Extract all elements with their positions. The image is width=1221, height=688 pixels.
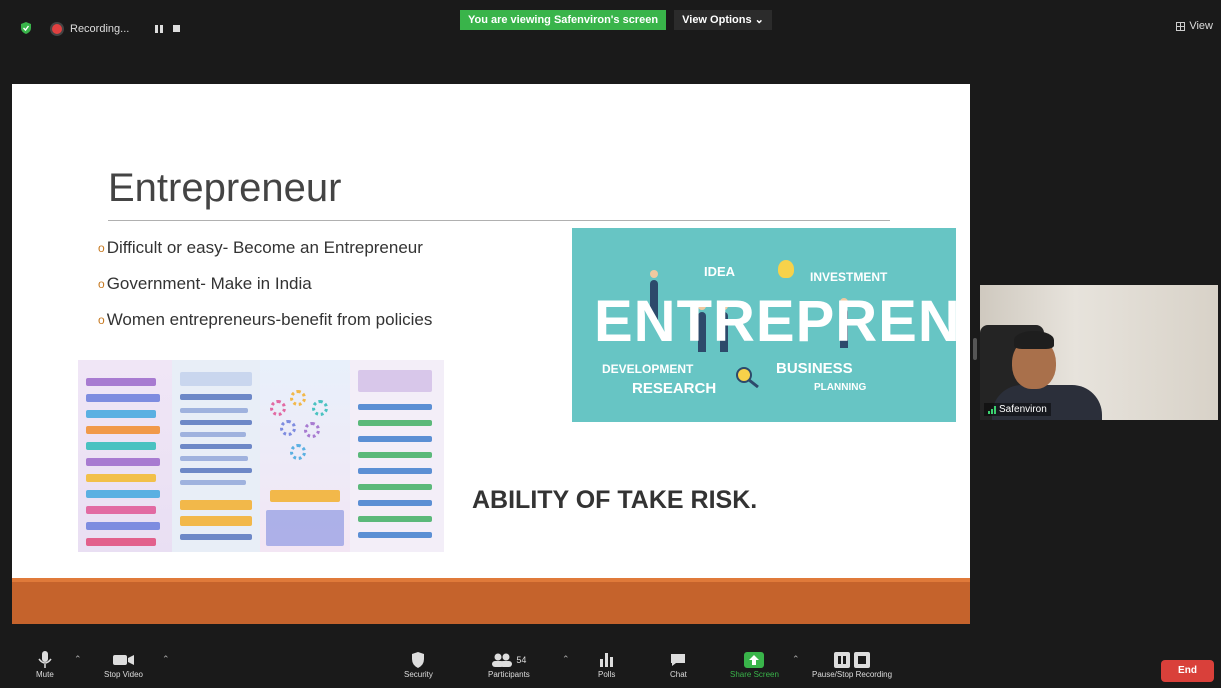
- pause-recording-icon[interactable]: [155, 25, 164, 33]
- bullet-list: o Difficult or easy- Become an Entreprene…: [98, 230, 432, 338]
- chat-button[interactable]: Chat: [670, 650, 687, 679]
- slide-footer-band: [12, 582, 970, 624]
- encryption-shield-icon[interactable]: [20, 22, 32, 34]
- meeting-top-bar: Recording... You are viewing Safenviron'…: [0, 0, 1221, 48]
- participant-hair: [1014, 331, 1054, 349]
- participants-caret-icon[interactable]: ⌃: [562, 654, 570, 665]
- share-options-caret-icon[interactable]: ⌃: [792, 654, 800, 665]
- stop-recording-icon[interactable]: [173, 25, 181, 32]
- chat-bubble-icon: [671, 654, 686, 666]
- signal-strength-icon: [988, 405, 996, 414]
- participants-button[interactable]: 54 Participants: [488, 650, 530, 679]
- entrepreneur-illustration: IDEA INVESTMENT ENTREPRENEUR DEVELOPMENT…: [572, 228, 956, 422]
- stop-video-button[interactable]: Stop Video: [104, 650, 143, 679]
- infographic-panel: [78, 360, 172, 552]
- infographic-panel: [260, 360, 350, 552]
- bullet-item: o Women entrepreneurs-benefit from polici…: [98, 310, 433, 329]
- infographic-panel: [350, 360, 444, 552]
- video-camera-icon: [112, 655, 134, 665]
- participants-icon: [492, 653, 513, 667]
- image-tag: INVESTMENT: [810, 270, 888, 284]
- end-meeting-button[interactable]: End: [1161, 660, 1214, 682]
- lightbulb-icon: [778, 260, 794, 278]
- view-label: View: [1189, 20, 1213, 32]
- participant-name-tag: Safenviron: [984, 403, 1051, 416]
- share-screen-button[interactable]: Share Screen: [730, 650, 779, 679]
- title-divider: [108, 220, 890, 221]
- audio-options-caret-icon[interactable]: ⌃: [74, 654, 82, 665]
- participant-count: 54: [516, 655, 527, 665]
- participant-video-tile[interactable]: Safenviron: [980, 285, 1218, 420]
- polls-button[interactable]: Polls: [598, 650, 615, 679]
- magnifier-icon: [736, 367, 759, 388]
- pause-stop-recording-icon: [834, 652, 871, 668]
- slide-title: Entrepreneur: [108, 166, 342, 210]
- image-tag: PLANNING: [814, 382, 867, 393]
- participant-name: Safenviron: [999, 404, 1047, 415]
- video-options-caret-icon[interactable]: ⌃: [162, 654, 170, 665]
- view-options-button[interactable]: View Options ⌄: [674, 10, 772, 30]
- share-screen-icon: [744, 652, 765, 668]
- view-button[interactable]: View: [1176, 20, 1213, 32]
- image-headline: ENTREPRENEUR: [594, 289, 956, 354]
- viewing-screen-banner: You are viewing Safenviron's screen: [460, 10, 666, 30]
- image-tag: DEVELOPMENT: [602, 362, 694, 376]
- security-button[interactable]: Security: [404, 650, 433, 679]
- infographic-panel: [172, 360, 260, 552]
- panel-resize-handle[interactable]: [973, 338, 977, 360]
- image-tag: IDEA: [704, 264, 736, 279]
- mute-button[interactable]: Mute: [36, 650, 54, 679]
- shared-slide: Entrepreneur o Difficult or easy- Become …: [12, 84, 970, 624]
- image-tag: RESEARCH: [632, 380, 717, 397]
- microphone-icon: [38, 651, 52, 668]
- bullet-item: o Difficult or easy- Become an Entreprene…: [98, 238, 423, 257]
- image-tag: BUSINESS: [776, 360, 853, 377]
- recording-indicator: Recording...: [52, 18, 181, 40]
- security-shield-icon: [412, 652, 425, 668]
- pause-stop-recording-button[interactable]: Pause/Stop Recording: [812, 650, 892, 679]
- grid-view-icon: [1176, 21, 1186, 31]
- risk-callout: ABILITY OF TAKE RISK.: [472, 486, 758, 514]
- polls-chart-icon: [599, 653, 613, 667]
- bullet-item: o Government- Make in India: [98, 274, 312, 293]
- meeting-controls-bar: Mute ⌃ Stop Video ⌃ Security 54 Particip…: [0, 640, 1221, 688]
- recording-dot-icon: [52, 24, 62, 34]
- recording-label: Recording...: [70, 23, 130, 35]
